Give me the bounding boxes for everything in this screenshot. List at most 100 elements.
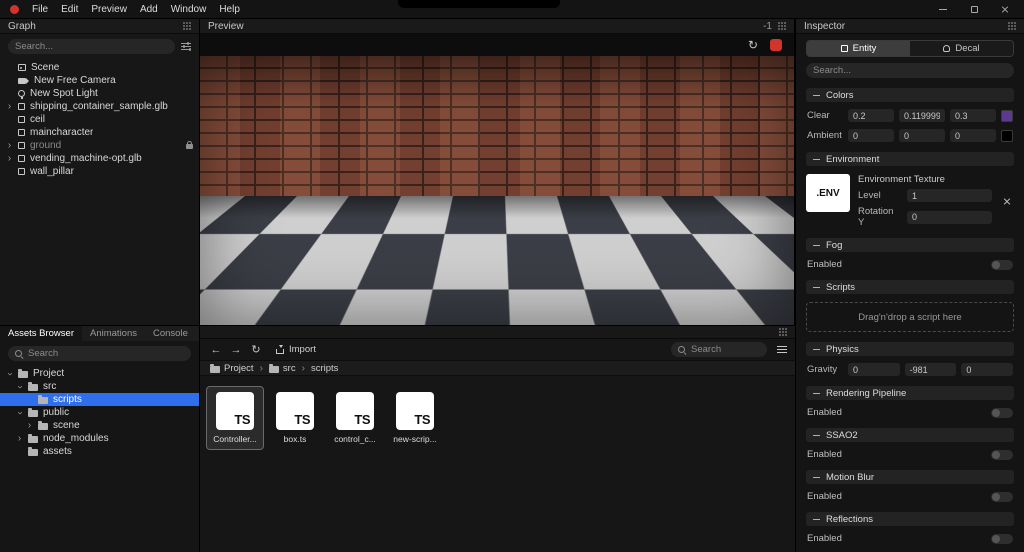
maximize-button[interactable] (965, 0, 983, 19)
graph-search-input[interactable] (15, 41, 168, 52)
menu-edit[interactable]: Edit (61, 4, 78, 15)
drag-handle-icon[interactable] (183, 22, 191, 30)
back-button[interactable]: ← (208, 342, 224, 358)
lock-icon[interactable] (186, 141, 193, 149)
capsule-mesh[interactable] (438, 219, 539, 325)
graph-item-label: ground (30, 140, 62, 151)
clear-b-input[interactable] (950, 109, 996, 122)
drag-handle-icon[interactable] (778, 22, 786, 30)
menu-add[interactable]: Add (140, 4, 158, 15)
section-environment-header[interactable]: Environment (806, 152, 1014, 166)
tab-console[interactable]: Console (145, 326, 196, 341)
script-dropzone[interactable]: Drag'n'drop a script here (806, 302, 1014, 332)
tree-item-project[interactable]: Project (0, 367, 199, 380)
file-name: new-scrip... (393, 434, 437, 444)
ambient-b-input[interactable] (950, 129, 996, 142)
file-item-box[interactable]: TS box.ts (266, 386, 324, 450)
forward-button[interactable]: → (228, 342, 244, 358)
section-physics-header[interactable]: Physics (806, 342, 1014, 356)
clear-r-input[interactable] (848, 109, 894, 122)
chevron-right-icon[interactable] (6, 102, 13, 112)
graph-item-spot-light[interactable]: New Spot Light (0, 87, 199, 100)
graph-item-free-camera[interactable]: New Free Camera (0, 74, 199, 87)
tree-item-public[interactable]: public (0, 406, 199, 419)
breadcrumb-project[interactable]: Project (210, 363, 254, 374)
gravity-y-input[interactable] (904, 363, 957, 376)
chevron-down-icon[interactable] (16, 408, 23, 418)
menu-help[interactable]: Help (219, 4, 240, 15)
record-button[interactable] (770, 39, 782, 51)
level-input[interactable] (907, 189, 992, 202)
section-ssao2-header[interactable]: SSAO2 (806, 428, 1014, 442)
clear-g-input[interactable] (899, 109, 945, 122)
refresh-button[interactable]: ↻ (248, 342, 264, 358)
file-item-controller[interactable]: TS Controller... (206, 386, 264, 450)
chevron-down-icon[interactable] (16, 382, 23, 392)
graph-item-wall-pillar[interactable]: wall_pillar (0, 165, 199, 178)
refresh-icon[interactable] (748, 39, 758, 52)
tab-animations[interactable]: Animations (82, 326, 145, 341)
graph-item-ground[interactable]: ground (0, 139, 199, 152)
gravity-x-input[interactable] (848, 363, 900, 376)
file-item-control[interactable]: TS control_c... (326, 386, 384, 450)
section-rendering-header[interactable]: Rendering Pipeline (806, 386, 1014, 400)
tree-item-src[interactable]: src (0, 380, 199, 393)
remove-texture-icon[interactable] (1000, 194, 1014, 208)
close-icon (1001, 5, 1009, 13)
section-colors-header[interactable]: Colors (806, 88, 1014, 102)
reflections-enabled-toggle[interactable] (991, 533, 1013, 544)
inspector-search-input[interactable] (813, 65, 1007, 76)
menu-window[interactable]: Window (171, 4, 207, 15)
fog-enabled-toggle[interactable] (991, 259, 1013, 270)
breadcrumb-scripts[interactable]: scripts (311, 363, 338, 374)
menu-preview[interactable]: Preview (91, 4, 127, 15)
graph-item-ceil[interactable]: ceil (0, 113, 199, 126)
chevron-right-icon[interactable] (6, 154, 13, 164)
motion-blur-enabled-toggle[interactable] (991, 491, 1013, 502)
chevron-right-icon[interactable] (26, 421, 33, 431)
app-logo-icon[interactable] (10, 4, 19, 14)
gravity-z-input[interactable] (961, 363, 1014, 376)
filter-icon[interactable] (181, 42, 191, 51)
ambient-r-input[interactable] (848, 129, 894, 142)
chevron-down-icon[interactable] (6, 369, 13, 379)
ambient-g-input[interactable] (899, 129, 945, 142)
section-fog-header[interactable]: Fog (806, 238, 1014, 252)
section-reflections-header[interactable]: Reflections (806, 512, 1014, 526)
tab-assets-browser[interactable]: Assets Browser (0, 326, 82, 341)
ssao2-enabled-toggle[interactable] (991, 449, 1013, 460)
tab-decal[interactable]: Decal (910, 41, 1013, 56)
graph-item-maincharacter[interactable]: maincharacter (0, 126, 199, 139)
section-motion-blur-header[interactable]: Motion Blur (806, 470, 1014, 484)
graph-item-scene[interactable]: Scene (0, 61, 199, 74)
menu-file[interactable]: File (32, 4, 48, 15)
drag-handle-icon[interactable] (1008, 22, 1016, 30)
rotation-y-input[interactable] (907, 210, 992, 224)
close-button[interactable] (996, 0, 1014, 19)
assets-searchbar (0, 341, 199, 366)
chevron-right-icon[interactable] (16, 434, 23, 444)
chevron-right-icon[interactable] (6, 141, 13, 151)
minimize-button[interactable] (934, 0, 952, 19)
files-search-input[interactable] (691, 344, 760, 355)
assets-search-input[interactable] (28, 348, 184, 359)
view-options-icon[interactable] (777, 345, 787, 354)
drag-handle-icon[interactable] (779, 328, 787, 336)
tree-item-scene[interactable]: scene (0, 419, 199, 432)
tree-item-scripts[interactable]: scripts (0, 393, 199, 406)
clear-color-swatch[interactable] (1001, 109, 1013, 122)
rendering-enabled-toggle[interactable] (991, 407, 1013, 418)
breadcrumb-src[interactable]: src (268, 363, 296, 374)
tree-item-node-modules[interactable]: node_modules (0, 432, 199, 445)
graph-item-shipping-container[interactable]: shipping_container_sample.glb (0, 100, 199, 113)
graph-item-vending-machine[interactable]: vending_machine-opt.glb (0, 152, 199, 165)
section-scripts-header[interactable]: Scripts (806, 280, 1014, 294)
file-item-new-script[interactable]: TS new-scrip... (386, 386, 444, 450)
env-texture-thumbnail[interactable]: .ENV (806, 174, 850, 212)
section-title: Fog (826, 239, 843, 251)
tab-entity[interactable]: Entity (807, 41, 910, 56)
ambient-color-swatch[interactable] (1001, 129, 1013, 142)
viewport-3d[interactable] (200, 56, 794, 325)
tree-item-assets[interactable]: assets (0, 445, 199, 458)
import-button[interactable]: Import (268, 342, 324, 357)
